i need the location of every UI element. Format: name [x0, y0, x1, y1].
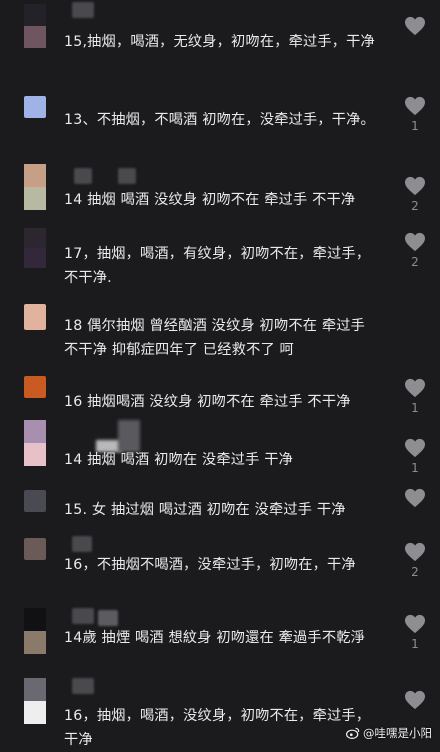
like-count — [400, 39, 430, 53]
like-count: 1 — [411, 461, 419, 475]
like-button[interactable]: 1 — [400, 614, 430, 651]
comment-item: 16，不抽烟不喝酒，没牵过手，初吻在，干净 2 — [0, 536, 440, 602]
avatar[interactable] — [24, 538, 46, 560]
avatar[interactable] — [24, 420, 46, 466]
comment-text: 16，抽烟，喝酒，没纹身，初吻不在，牵过手，干净 — [64, 708, 371, 748]
comment-text: 14 抽烟 喝酒 没纹身 初吻不在 牵过手 不干净 — [64, 192, 356, 208]
heart-icon — [405, 690, 425, 710]
comment-item: 17，抽烟，喝酒，有纹身，初吻不在，牵过手，不干净. 2 — [0, 224, 440, 296]
username-redacted — [72, 678, 94, 694]
like-button[interactable]: 2 — [400, 542, 430, 579]
like-button[interactable]: 2 — [400, 176, 430, 213]
comment-item: 16 抽烟喝酒 没纹身 初吻不在 牵过手 不干净 1 — [0, 372, 440, 422]
comment-item: 14 抽烟 喝酒 初吻在 没牵过手 干净 1 — [0, 418, 440, 484]
heart-icon — [405, 232, 425, 252]
watermark-text: @哇嘿是小阳 — [363, 726, 432, 740]
username-redacted — [74, 168, 92, 184]
comment-text: 18 偶尔抽烟 曾经酗酒 没纹身 初吻不在 牵过手 不干净 抑郁症四年了 已经救… — [64, 318, 370, 358]
username-redacted — [72, 2, 94, 18]
username-redacted — [72, 536, 92, 552]
watermark: @哇嘿是小阳 — [346, 725, 432, 741]
comment-item: 15. 女 抽过烟 喝过酒 初吻在 没牵过手 干净 — [0, 486, 440, 538]
heart-icon — [405, 16, 425, 36]
username-redacted — [72, 608, 94, 624]
like-count: 1 — [411, 119, 419, 133]
like-count: 2 — [411, 255, 419, 269]
avatar[interactable] — [24, 490, 46, 512]
comment-item: 14歲 抽煙 喝酒 想紋身 初吻還在 牽過手不乾淨 1 — [0, 606, 440, 676]
like-count — [400, 511, 430, 525]
comment-text: 14 抽烟 喝酒 初吻在 没牵过手 干净 — [64, 452, 294, 468]
comment-text: 16，不抽烟不喝酒，没牵过手，初吻在，干净 — [64, 557, 356, 573]
heart-icon — [405, 96, 425, 116]
avatar[interactable] — [24, 96, 46, 118]
comment-item: 15,抽烟，喝酒，无纹身，初吻在，牵过手，干净 — [0, 0, 440, 76]
heart-icon — [405, 542, 425, 562]
like-button[interactable] — [400, 690, 430, 727]
heart-icon — [405, 176, 425, 196]
like-count: 1 — [411, 637, 419, 651]
like-button[interactable]: 1 — [400, 378, 430, 415]
avatar[interactable] — [24, 4, 46, 48]
heart-icon — [405, 378, 425, 398]
like-count: 1 — [411, 401, 419, 415]
comment-item: 18 偶尔抽烟 曾经酗酒 没纹身 初吻不在 牵过手 不干净 抑郁症四年了 已经救… — [0, 300, 440, 372]
avatar[interactable] — [24, 164, 46, 210]
avatar[interactable] — [24, 228, 46, 268]
comment-text: 17，抽烟，喝酒，有纹身，初吻不在，牵过手，不干净. — [64, 246, 371, 286]
like-button[interactable]: 1 — [400, 438, 430, 475]
heart-icon — [405, 488, 425, 508]
username-redacted — [118, 168, 136, 184]
like-button[interactable]: 1 — [400, 96, 430, 133]
like-button[interactable]: 2 — [400, 232, 430, 269]
avatar[interactable] — [24, 376, 46, 398]
comment-text: 15,抽烟，喝酒，无纹身，初吻在，牵过手，干净 — [64, 34, 375, 50]
like-button[interactable] — [400, 16, 430, 53]
comment-text: 16 抽烟喝酒 没纹身 初吻不在 牵过手 不干净 — [64, 394, 351, 410]
avatar[interactable] — [24, 304, 46, 330]
avatar[interactable] — [24, 678, 46, 724]
comment-item: 14 抽烟 喝酒 没纹身 初吻不在 牵过手 不干净 2 — [0, 164, 440, 218]
heart-icon — [405, 614, 425, 634]
username-redacted — [98, 610, 118, 626]
comment-text: 15. 女 抽过烟 喝过酒 初吻在 没牵过手 干净 — [64, 502, 346, 518]
weibo-logo-icon — [346, 727, 360, 739]
avatar[interactable] — [24, 608, 46, 654]
heart-icon — [405, 438, 425, 458]
like-count: 2 — [411, 565, 419, 579]
comment-text: 13、不抽烟，不喝酒 初吻在，没牵过手，干净。 — [64, 112, 375, 128]
comment-text: 14歲 抽煙 喝酒 想紋身 初吻還在 牽過手不乾淨 — [64, 630, 365, 646]
like-count: 2 — [411, 199, 419, 213]
like-button[interactable] — [400, 488, 430, 525]
comment-item: 13、不抽烟，不喝酒 初吻在，没牵过手，干净。 1 — [0, 92, 440, 162]
